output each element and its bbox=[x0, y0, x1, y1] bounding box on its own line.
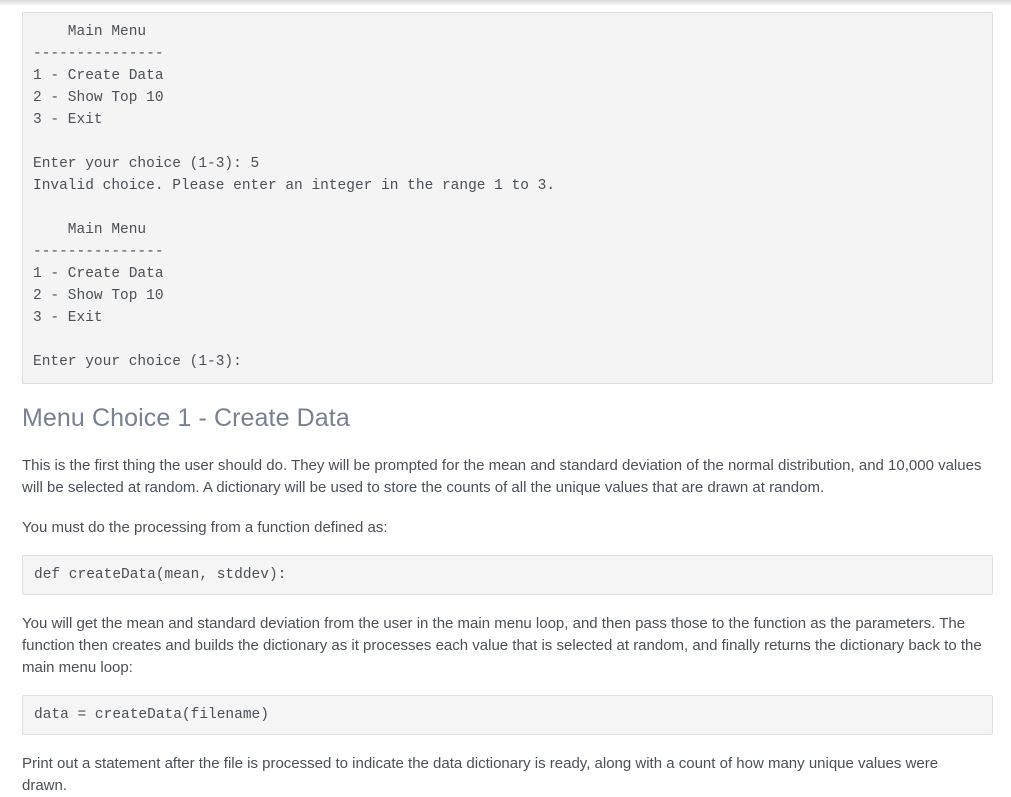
code-text-function-signature: def createData(mean, stddev): bbox=[34, 567, 287, 583]
console-output-block: Main Menu --------------- 1 - Create Dat… bbox=[22, 12, 993, 384]
section-heading: Menu Choice 1 - Create Data bbox=[22, 404, 350, 432]
console-output-text: Main Menu --------------- 1 - Create Dat… bbox=[33, 24, 556, 370]
paragraph-function-description: You will get the mean and standard devia… bbox=[22, 615, 982, 676]
code-block-function-signature: def createData(mean, stddev): bbox=[22, 555, 993, 595]
paragraph-create-data-intro: This is the first thing the user should … bbox=[22, 457, 982, 496]
paragraph-function-instruction: You must do the processing from a functi… bbox=[22, 519, 388, 536]
code-text-function-call: data = createData(filename) bbox=[34, 707, 269, 723]
page-content: Main Menu --------------- 1 - Create Dat… bbox=[0, 0, 1011, 797]
paragraph-print-statement: Print out a statement after the file is … bbox=[22, 755, 939, 794]
code-block-function-call: data = createData(filename) bbox=[22, 695, 993, 735]
